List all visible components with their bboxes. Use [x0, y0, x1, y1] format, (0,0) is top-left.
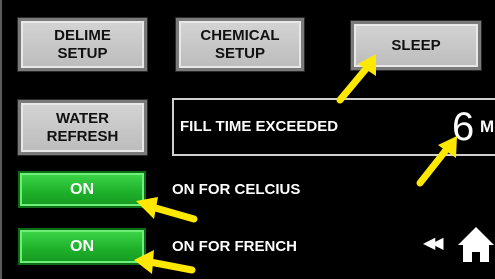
- yellow-arrow-icon: [336, 54, 376, 104]
- water-refresh-button[interactable]: WATER REFRESH: [18, 100, 147, 155]
- home-icon[interactable]: [456, 224, 495, 264]
- delime-setup-button[interactable]: DELIME SETUP: [18, 18, 147, 71]
- celcius-toggle-button[interactable]: ON: [18, 171, 146, 208]
- yellow-arrow-icon: [136, 197, 198, 223]
- control-panel: DELIME SETUP CHEMICAL SETUP SLEEP WATER …: [0, 0, 495, 279]
- fill-time-unit: M: [480, 117, 495, 136]
- yellow-arrow-icon: [134, 250, 196, 274]
- rewind-icon[interactable]: ◀◀: [423, 236, 444, 252]
- yellow-arrow-icon: [416, 136, 457, 187]
- status-message: FILL TIME EXCEEDED: [180, 118, 339, 135]
- french-toggle-button[interactable]: ON: [18, 228, 146, 265]
- chemical-setup-button[interactable]: CHEMICAL SETUP: [176, 18, 304, 71]
